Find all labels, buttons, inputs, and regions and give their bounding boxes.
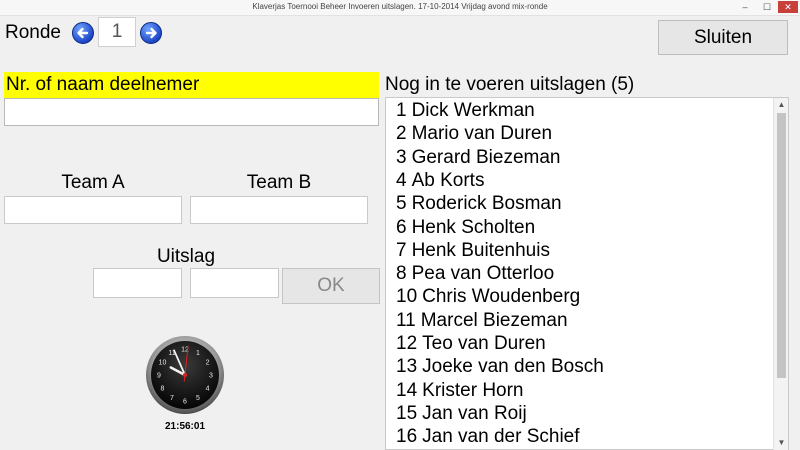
clock-numeral: 5 bbox=[196, 395, 200, 402]
list-item-name: Krister Horn bbox=[422, 379, 524, 401]
list-item-name: Jan van Roij bbox=[422, 402, 527, 424]
scroll-up-icon[interactable]: ▲ bbox=[774, 98, 789, 112]
list-item-number: 3 bbox=[396, 146, 407, 168]
list-item-number: 16 bbox=[396, 426, 418, 448]
scroll-thumb[interactable] bbox=[777, 113, 786, 378]
list-item-number: 5 bbox=[396, 193, 407, 215]
list-item-name: Pea van Otterloo bbox=[411, 263, 555, 285]
list-item-name: Jan van der Schief bbox=[422, 426, 580, 448]
list-item[interactable]: 1 Dick Werkman bbox=[396, 99, 535, 122]
list-item[interactable]: 11 Marcel Biezeman bbox=[396, 309, 568, 332]
team-a-input[interactable] bbox=[4, 196, 182, 224]
clock-numeral: 1 bbox=[196, 350, 200, 357]
list-item[interactable]: 16 Jan van der Schief bbox=[396, 425, 580, 448]
team-b-label: Team B bbox=[246, 172, 312, 193]
list-item-number: 10 bbox=[396, 286, 418, 308]
list-item-name: Roderick Bosman bbox=[411, 193, 562, 215]
clock-numeral: 6 bbox=[183, 399, 187, 406]
round-label: Ronde bbox=[5, 22, 61, 43]
result-label: Uitslag bbox=[156, 246, 216, 267]
list-item-number: 2 bbox=[396, 123, 407, 145]
clock-icon: 12 1234567891011 bbox=[146, 336, 224, 414]
list-item[interactable]: 8 Pea van Otterloo bbox=[396, 262, 554, 285]
list-item[interactable]: 15 Jan van Roij bbox=[396, 402, 527, 425]
list-item[interactable]: 3 Gerard Biezeman bbox=[396, 146, 560, 169]
clock-time: 21:56:01 bbox=[164, 421, 206, 432]
left-arrow-icon bbox=[77, 27, 89, 39]
window-title: Klaverjas Toernooi Beheer Invoeren uitsl… bbox=[252, 2, 548, 11]
list-item-number: 4 bbox=[396, 169, 407, 191]
next-round-button[interactable] bbox=[140, 22, 162, 44]
list-item-name: Dick Werkman bbox=[411, 100, 535, 121]
clock-numeral: 3 bbox=[209, 373, 213, 380]
clock-numeral: 9 bbox=[157, 373, 161, 380]
list-item-name: Gerard Biezeman bbox=[411, 146, 561, 168]
clock-numeral: 2 bbox=[206, 360, 210, 367]
list-item-number: 15 bbox=[396, 402, 418, 424]
list-item-number: 7 bbox=[396, 239, 407, 261]
list-item-name: Joeke van den Bosch bbox=[422, 356, 604, 378]
close-button[interactable]: Sluiten bbox=[658, 20, 788, 55]
scroll-down-icon[interactable]: ▼ bbox=[774, 436, 789, 450]
list-item[interactable]: 7 Henk Buitenhuis bbox=[396, 239, 550, 262]
list-item[interactable]: 2 Mario van Duren bbox=[396, 122, 552, 145]
pending-list-header: Nog in te voeren uitslagen (5) bbox=[385, 74, 635, 95]
list-item-name: Chris Woudenberg bbox=[422, 286, 581, 308]
right-arrow-icon bbox=[145, 27, 157, 39]
list-item-number: 8 bbox=[396, 263, 407, 285]
list-item-name: Mario van Duren bbox=[411, 123, 553, 145]
list-item[interactable]: 6 Henk Scholten bbox=[396, 216, 535, 239]
clock-numeral: 8 bbox=[161, 386, 165, 393]
ok-button[interactable]: OK bbox=[282, 268, 380, 304]
list-item-number: 1 bbox=[396, 100, 407, 121]
list-item-name: Teo van Duren bbox=[422, 333, 546, 354]
list-item-number: 12 bbox=[396, 333, 418, 354]
clock-numeral: 4 bbox=[206, 386, 210, 393]
list-item-name: Marcel Biezeman bbox=[420, 309, 568, 331]
list-item[interactable]: 5 Roderick Bosman bbox=[396, 192, 562, 215]
team-b-input[interactable] bbox=[190, 196, 368, 224]
close-window-button[interactable]: ✕ bbox=[778, 1, 798, 13]
title-bar: Klaverjas Toernooi Beheer Invoeren uitsl… bbox=[0, 0, 800, 16]
list-item-number: 13 bbox=[396, 356, 418, 378]
previous-round-button[interactable] bbox=[72, 22, 94, 44]
list-item-name: Ab Korts bbox=[411, 169, 485, 191]
participant-label: Nr. of naam deelnemer bbox=[4, 72, 379, 98]
pending-list[interactable]: 1 Dick Werkman 2 Mario van Duren 3 Gerard Bie… bbox=[385, 97, 789, 450]
list-item[interactable]: 4 Ab Korts bbox=[396, 169, 484, 192]
clock-numeral: 10 bbox=[159, 360, 167, 367]
list-item[interactable]: 10 Chris Woudenberg bbox=[396, 285, 580, 308]
team-a-label: Team A bbox=[61, 172, 125, 193]
list-item-number: 6 bbox=[396, 216, 407, 238]
list-scrollbar[interactable]: ▲ ▼ bbox=[773, 98, 788, 450]
round-number: 1 bbox=[98, 17, 136, 47]
list-item[interactable]: 14 Krister Horn bbox=[396, 379, 524, 402]
list-item-name: Henk Buitenhuis bbox=[411, 239, 550, 261]
minimize-button[interactable]: – bbox=[738, 1, 752, 13]
list-item[interactable]: 13 Joeke van den Bosch bbox=[396, 355, 604, 378]
list-item-number: 11 bbox=[396, 309, 416, 331]
list-item-number: 14 bbox=[396, 379, 418, 401]
list-item[interactable]: 12 Teo van Duren bbox=[396, 332, 546, 355]
list-item-name: Henk Scholten bbox=[411, 216, 536, 238]
score-b-input[interactable] bbox=[190, 268, 279, 298]
participant-input[interactable] bbox=[4, 98, 379, 126]
score-a-input[interactable] bbox=[93, 268, 182, 298]
clock-numeral: 7 bbox=[170, 395, 174, 402]
maximize-button[interactable]: ☐ bbox=[760, 1, 774, 13]
